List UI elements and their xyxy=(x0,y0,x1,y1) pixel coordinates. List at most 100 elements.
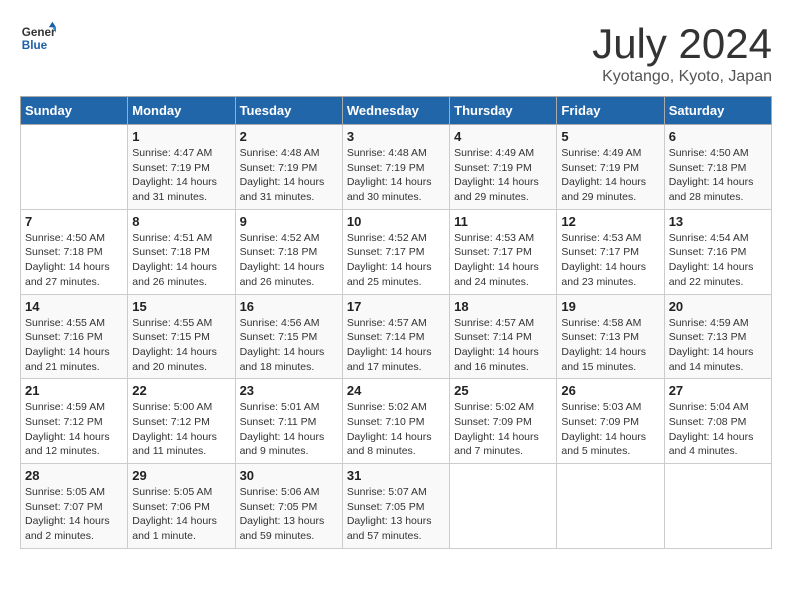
day-header-wednesday: Wednesday xyxy=(342,97,449,125)
calendar-cell: 10 Sunrise: 4:52 AM Sunset: 7:17 PM Dayli… xyxy=(342,209,449,294)
day-number: 1 xyxy=(132,129,230,144)
day-number: 18 xyxy=(454,299,552,314)
day-info: Sunrise: 4:47 AM Sunset: 7:19 PM Dayligh… xyxy=(132,146,230,205)
day-number: 12 xyxy=(561,214,659,229)
logo-icon: General Blue xyxy=(20,20,56,56)
calendar-cell: 30 Sunrise: 5:06 AM Sunset: 7:05 PM Dayli… xyxy=(235,464,342,549)
day-info: Sunrise: 4:59 AM Sunset: 7:12 PM Dayligh… xyxy=(25,400,123,459)
calendar-cell: 25 Sunrise: 5:02 AM Sunset: 7:09 PM Dayli… xyxy=(450,379,557,464)
day-number: 6 xyxy=(669,129,767,144)
day-number: 22 xyxy=(132,383,230,398)
calendar-cell: 24 Sunrise: 5:02 AM Sunset: 7:10 PM Dayli… xyxy=(342,379,449,464)
day-number: 15 xyxy=(132,299,230,314)
calendar-cell: 16 Sunrise: 4:56 AM Sunset: 7:15 PM Dayli… xyxy=(235,294,342,379)
day-info: Sunrise: 4:54 AM Sunset: 7:16 PM Dayligh… xyxy=(669,231,767,290)
day-info: Sunrise: 5:06 AM Sunset: 7:05 PM Dayligh… xyxy=(240,485,338,544)
day-info: Sunrise: 4:57 AM Sunset: 7:14 PM Dayligh… xyxy=(347,316,445,375)
calendar-cell: 13 Sunrise: 4:54 AM Sunset: 7:16 PM Dayli… xyxy=(664,209,771,294)
svg-text:General: General xyxy=(22,26,56,39)
calendar-cell: 20 Sunrise: 4:59 AM Sunset: 7:13 PM Dayli… xyxy=(664,294,771,379)
day-header-friday: Friday xyxy=(557,97,664,125)
calendar-cell: 2Sunrise: 4:48 AM Sunset: 7:19 PM Daylig… xyxy=(235,125,342,210)
day-number: 31 xyxy=(347,468,445,483)
day-number: 23 xyxy=(240,383,338,398)
day-info: Sunrise: 5:05 AM Sunset: 7:06 PM Dayligh… xyxy=(132,485,230,544)
day-number: 26 xyxy=(561,383,659,398)
day-number: 25 xyxy=(454,383,552,398)
day-info: Sunrise: 4:58 AM Sunset: 7:13 PM Dayligh… xyxy=(561,316,659,375)
calendar-cell xyxy=(450,464,557,549)
calendar-cell: 9 Sunrise: 4:52 AM Sunset: 7:18 PM Daylig… xyxy=(235,209,342,294)
day-number: 16 xyxy=(240,299,338,314)
day-info: Sunrise: 5:03 AM Sunset: 7:09 PM Dayligh… xyxy=(561,400,659,459)
calendar-cell: 15 Sunrise: 4:55 AM Sunset: 7:15 PM Dayli… xyxy=(128,294,235,379)
calendar-body: 1 Sunrise: 4:47 AM Sunset: 7:19 PM Daylig… xyxy=(21,125,772,549)
calendar-week-1: 7Sunrise: 4:50 AM Sunset: 7:18 PM Daylig… xyxy=(21,209,772,294)
day-number: 17 xyxy=(347,299,445,314)
day-info: Sunrise: 5:05 AM Sunset: 7:07 PM Dayligh… xyxy=(25,485,123,544)
title-block: July 2024 Kyotango, Kyoto, Japan xyxy=(592,20,772,86)
day-info: Sunrise: 4:51 AM Sunset: 7:18 PM Dayligh… xyxy=(132,231,230,290)
calendar-cell: 18 Sunrise: 4:57 AM Sunset: 7:14 PM Dayli… xyxy=(450,294,557,379)
day-info: Sunrise: 4:52 AM Sunset: 7:17 PM Dayligh… xyxy=(347,231,445,290)
day-number: 20 xyxy=(669,299,767,314)
day-number: 4 xyxy=(454,129,552,144)
calendar-cell xyxy=(21,125,128,210)
day-number: 19 xyxy=(561,299,659,314)
calendar-cell: 5 Sunrise: 4:49 AM Sunset: 7:19 PM Daylig… xyxy=(557,125,664,210)
day-info: Sunrise: 5:04 AM Sunset: 7:08 PM Dayligh… xyxy=(669,400,767,459)
day-number: 28 xyxy=(25,468,123,483)
day-headers-row: SundayMondayTuesdayWednesdayThursdayFrid… xyxy=(21,97,772,125)
calendar-week-3: 21 Sunrise: 4:59 AM Sunset: 7:12 PM Dayli… xyxy=(21,379,772,464)
calendar-week-0: 1 Sunrise: 4:47 AM Sunset: 7:19 PM Daylig… xyxy=(21,125,772,210)
page-header: General Blue July 2024 Kyotango, Kyoto, … xyxy=(20,20,772,86)
day-info: Sunrise: 4:48 AM Sunset: 7:19 PM Dayligh… xyxy=(347,146,445,205)
day-number: 21 xyxy=(25,383,123,398)
calendar-week-2: 14Sunrise: 4:55 AM Sunset: 7:16 PM Dayli… xyxy=(21,294,772,379)
calendar-cell: 17 Sunrise: 4:57 AM Sunset: 7:14 PM Dayli… xyxy=(342,294,449,379)
day-info: Sunrise: 5:07 AM Sunset: 7:05 PM Dayligh… xyxy=(347,485,445,544)
calendar-cell: 7Sunrise: 4:50 AM Sunset: 7:18 PM Daylig… xyxy=(21,209,128,294)
day-info: Sunrise: 5:02 AM Sunset: 7:10 PM Dayligh… xyxy=(347,400,445,459)
calendar-cell: 8Sunrise: 4:51 AM Sunset: 7:18 PM Daylig… xyxy=(128,209,235,294)
location: Kyotango, Kyoto, Japan xyxy=(592,68,772,86)
day-number: 7 xyxy=(25,214,123,229)
calendar-cell: 1 Sunrise: 4:47 AM Sunset: 7:19 PM Daylig… xyxy=(128,125,235,210)
day-info: Sunrise: 4:50 AM Sunset: 7:18 PM Dayligh… xyxy=(669,146,767,205)
calendar-cell: 26 Sunrise: 5:03 AM Sunset: 7:09 PM Dayli… xyxy=(557,379,664,464)
day-info: Sunrise: 4:53 AM Sunset: 7:17 PM Dayligh… xyxy=(561,231,659,290)
day-info: Sunrise: 4:59 AM Sunset: 7:13 PM Dayligh… xyxy=(669,316,767,375)
day-info: Sunrise: 5:02 AM Sunset: 7:09 PM Dayligh… xyxy=(454,400,552,459)
day-number: 24 xyxy=(347,383,445,398)
day-header-tuesday: Tuesday xyxy=(235,97,342,125)
calendar-cell: 12 Sunrise: 4:53 AM Sunset: 7:17 PM Dayli… xyxy=(557,209,664,294)
day-number: 13 xyxy=(669,214,767,229)
day-number: 5 xyxy=(561,129,659,144)
day-info: Sunrise: 4:55 AM Sunset: 7:15 PM Dayligh… xyxy=(132,316,230,375)
day-info: Sunrise: 4:49 AM Sunset: 7:19 PM Dayligh… xyxy=(561,146,659,205)
calendar-cell: 23Sunrise: 5:01 AM Sunset: 7:11 PM Dayli… xyxy=(235,379,342,464)
day-info: Sunrise: 4:56 AM Sunset: 7:15 PM Dayligh… xyxy=(240,316,338,375)
logo: General Blue xyxy=(20,20,56,56)
day-number: 10 xyxy=(347,214,445,229)
day-number: 29 xyxy=(132,468,230,483)
day-number: 9 xyxy=(240,214,338,229)
day-number: 30 xyxy=(240,468,338,483)
calendar-week-4: 28 Sunrise: 5:05 AM Sunset: 7:07 PM Dayli… xyxy=(21,464,772,549)
day-info: Sunrise: 4:55 AM Sunset: 7:16 PM Dayligh… xyxy=(25,316,123,375)
day-header-sunday: Sunday xyxy=(21,97,128,125)
calendar-cell: 4Sunrise: 4:49 AM Sunset: 7:19 PM Daylig… xyxy=(450,125,557,210)
day-number: 2 xyxy=(240,129,338,144)
day-number: 11 xyxy=(454,214,552,229)
day-info: Sunrise: 4:52 AM Sunset: 7:18 PM Dayligh… xyxy=(240,231,338,290)
calendar-cell: 6 Sunrise: 4:50 AM Sunset: 7:18 PM Daylig… xyxy=(664,125,771,210)
day-info: Sunrise: 4:57 AM Sunset: 7:14 PM Dayligh… xyxy=(454,316,552,375)
day-number: 3 xyxy=(347,129,445,144)
calendar-table: SundayMondayTuesdayWednesdayThursdayFrid… xyxy=(20,96,772,549)
svg-text:Blue: Blue xyxy=(22,39,48,52)
month-title: July 2024 xyxy=(592,20,772,68)
calendar-cell: 28 Sunrise: 5:05 AM Sunset: 7:07 PM Dayli… xyxy=(21,464,128,549)
calendar-cell xyxy=(557,464,664,549)
calendar-cell: 27Sunrise: 5:04 AM Sunset: 7:08 PM Dayli… xyxy=(664,379,771,464)
calendar-cell: 21 Sunrise: 4:59 AM Sunset: 7:12 PM Dayli… xyxy=(21,379,128,464)
